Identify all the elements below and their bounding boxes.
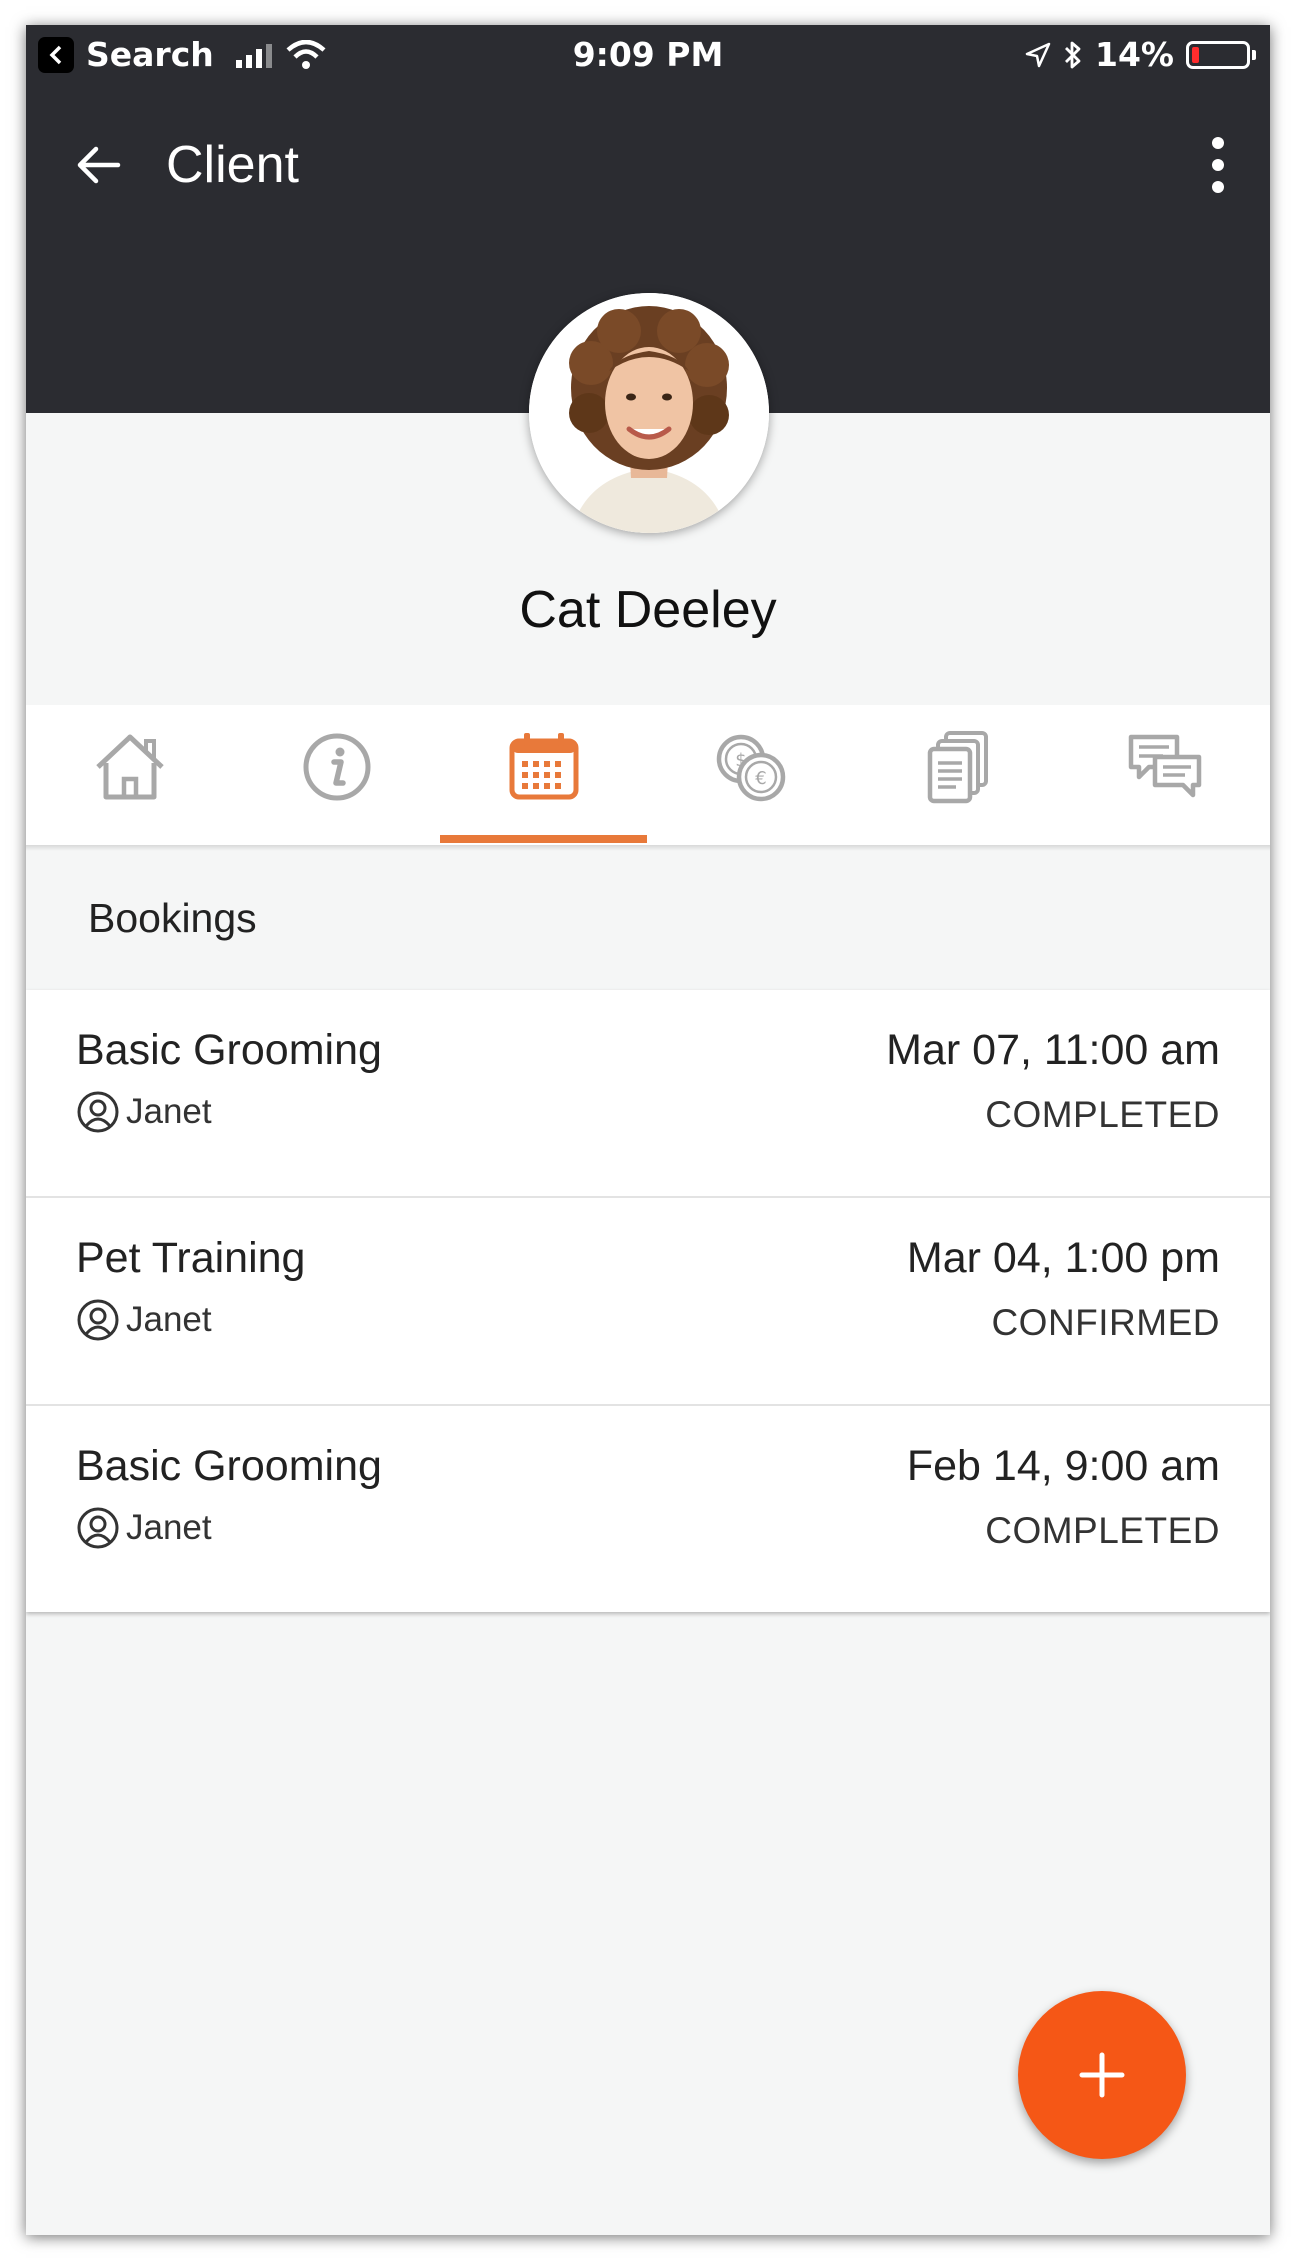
- booking-row[interactable]: Pet Training Janet Mar 04, 1:00 pm CONFI…: [26, 1198, 1270, 1406]
- booking-date: Mar 07, 11:00 am: [886, 1026, 1220, 1074]
- page-title: Client: [166, 136, 299, 194]
- client-name: Cat Deeley: [519, 581, 777, 639]
- client-tabs: $ €: [26, 705, 1270, 845]
- bluetooth-icon: [1065, 41, 1081, 68]
- back-arrow-icon[interactable]: [70, 137, 126, 193]
- info-icon: [303, 733, 370, 801]
- booking-date: Feb 14, 9:00 am: [906, 1442, 1220, 1490]
- svg-text:€: €: [755, 768, 766, 789]
- staff-avatar-icon: [77, 1091, 119, 1133]
- active-tab-indicator: [440, 835, 647, 843]
- tab-home[interactable]: [26, 705, 233, 845]
- home-icon: [95, 734, 164, 800]
- tab-info[interactable]: [233, 705, 440, 845]
- staff-name: Janet: [126, 1508, 212, 1547]
- client-avatar[interactable]: [529, 293, 769, 533]
- calendar-icon: [509, 733, 578, 800]
- booking-service: Basic Grooming: [76, 1442, 382, 1490]
- booking-status: CONFIRMED: [991, 1302, 1220, 1343]
- booking-service: Pet Training: [76, 1234, 306, 1282]
- booking-row[interactable]: Basic Grooming Janet Mar 07, 11:00 am CO…: [26, 990, 1270, 1198]
- booking-staff: Janet: [76, 1298, 212, 1342]
- staff-name: Janet: [126, 1300, 212, 1339]
- tab-messages[interactable]: [1061, 705, 1268, 845]
- documents-icon: [927, 731, 988, 804]
- tab-payments[interactable]: $ €: [647, 705, 854, 845]
- booking-staff: Janet: [76, 1506, 212, 1550]
- chat-icon: [1128, 734, 1201, 798]
- tab-documents[interactable]: [854, 705, 1061, 845]
- tab-bookings[interactable]: [440, 705, 647, 845]
- battery-percent: 14%: [1095, 35, 1174, 74]
- coins-icon: $ €: [716, 734, 785, 802]
- battery-icon: [1186, 40, 1256, 69]
- staff-name: Janet: [126, 1092, 212, 1131]
- more-options-icon[interactable]: [1208, 133, 1228, 197]
- booking-status: COMPLETED: [985, 1094, 1220, 1135]
- booking-date: Mar 04, 1:00 pm: [906, 1234, 1220, 1282]
- section-title: Bookings: [88, 895, 257, 941]
- staff-avatar-icon: [77, 1507, 119, 1549]
- bookings-list: Basic Grooming Janet Mar 07, 11:00 am CO…: [26, 990, 1270, 1612]
- booking-status: COMPLETED: [985, 1510, 1220, 1551]
- location-arrow-icon: [1025, 42, 1051, 67]
- booking-row[interactable]: Basic Grooming Janet Feb 14, 9:00 am COM…: [26, 1406, 1270, 1612]
- app-screen: Search 9:09 PM 14% Client Cat Deeley $ €…: [26, 25, 1270, 2235]
- add-booking-button[interactable]: [1018, 1991, 1186, 2159]
- booking-staff: Janet: [76, 1090, 212, 1134]
- tabs-divider: [26, 845, 1270, 851]
- plus-icon: [1079, 2052, 1125, 2098]
- status-bar: Search 9:09 PM 14%: [26, 25, 1270, 85]
- top-app-bar: Client: [26, 125, 1270, 205]
- booking-service: Basic Grooming: [76, 1026, 382, 1074]
- staff-avatar-icon: [77, 1299, 119, 1341]
